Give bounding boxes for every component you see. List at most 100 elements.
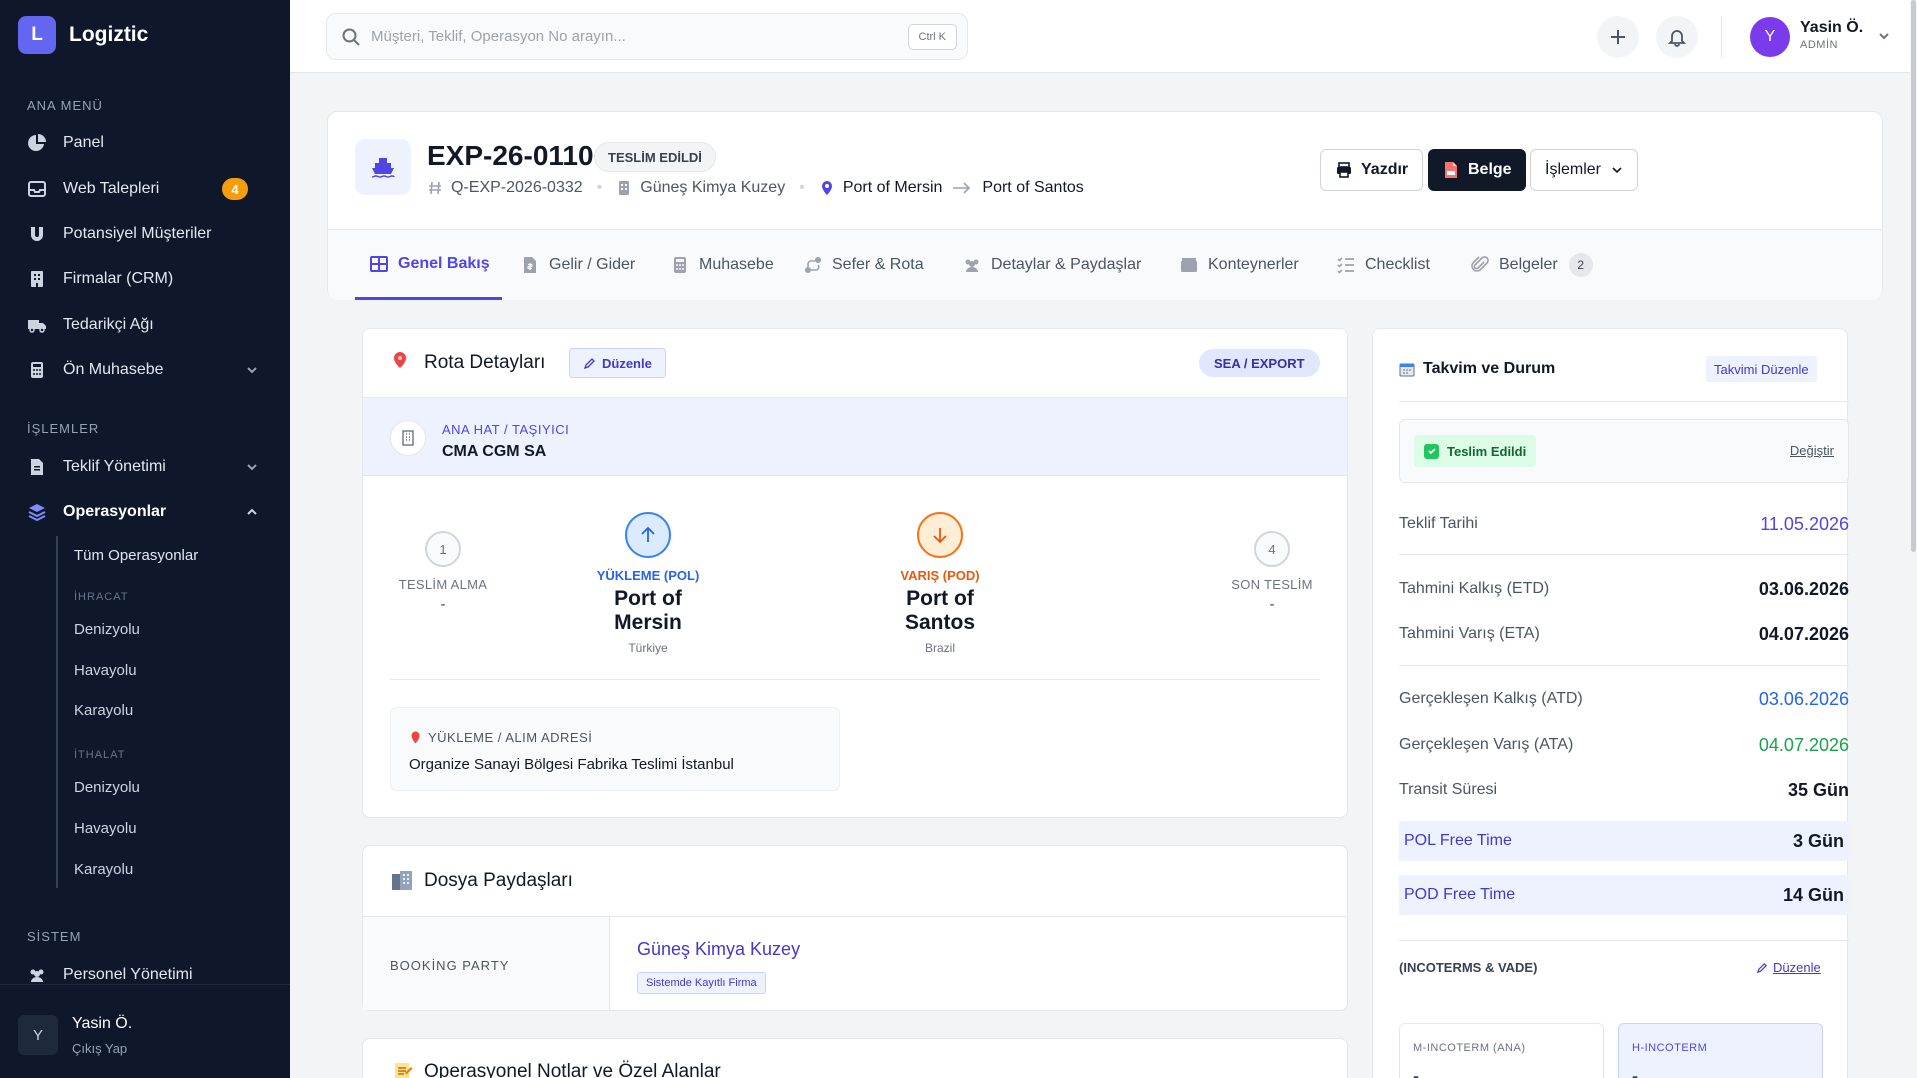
tab-accounting[interactable]: Muhasebe bbox=[670, 230, 774, 300]
tab-checklist[interactable]: Checklist bbox=[1336, 230, 1430, 300]
chevron-down-icon bbox=[247, 367, 257, 374]
edit-incoterms-link[interactable]: Düzenle bbox=[1756, 960, 1821, 975]
document-button[interactable]: Belge bbox=[1428, 149, 1526, 191]
pod-free-time-row: POD Free Time 14 Gün bbox=[1399, 875, 1849, 915]
sidebar-item-label: Panel bbox=[63, 134, 104, 151]
print-button[interactable]: Yazdır bbox=[1320, 149, 1424, 191]
free-time-value: 3 Gün bbox=[1792, 830, 1844, 851]
card-title: Rota Detayları bbox=[424, 352, 546, 373]
stop-label: TESLİM ALMA bbox=[398, 577, 488, 592]
divider bbox=[390, 679, 1320, 680]
sidebar-item-label: Teklif Yönetimi bbox=[63, 458, 166, 475]
pol-free-time-row: POL Free Time 3 Gün bbox=[1399, 821, 1849, 861]
arrow-up-icon bbox=[625, 512, 671, 558]
edit-route-button[interactable]: Düzenle bbox=[569, 348, 666, 378]
route-stop-pod: VARIŞ (POD) Port of Santos Brazil bbox=[880, 512, 1000, 655]
date-row-quote: Teklif Tarihi 11.05.2026 bbox=[1399, 504, 1849, 544]
memo-icon bbox=[395, 1063, 413, 1078]
section-title-main: ANA MENÜ bbox=[27, 98, 103, 113]
submenu-item-export-air[interactable]: Havayolu bbox=[74, 662, 137, 679]
building-icon bbox=[390, 420, 426, 456]
pencil-icon bbox=[583, 357, 595, 369]
submenu-item-all-operations[interactable]: Tüm Operasyonlar bbox=[74, 547, 198, 564]
scrollbar-thumb[interactable] bbox=[1911, 0, 1916, 552]
tab-count-badge: 2 bbox=[1568, 253, 1593, 277]
pie-chart-icon bbox=[28, 134, 46, 151]
tab-label: Detaylar & Paydaşlar bbox=[991, 256, 1142, 273]
tab-overview[interactable]: Genel Bakış bbox=[355, 230, 502, 300]
actions-dropdown[interactable]: İşlemler bbox=[1530, 149, 1639, 191]
tab-containers[interactable]: Konteynerler bbox=[1179, 230, 1299, 300]
paperclip-icon bbox=[1471, 256, 1489, 272]
sidebar-item-label: Web Talepleri bbox=[63, 180, 160, 197]
route-details-card: Rota Detayları Düzenle SEA / EXPORT ANA … bbox=[362, 328, 1348, 818]
submenu-item-export-sea[interactable]: Denizyolu bbox=[74, 621, 140, 638]
transit-label: Transit Süresi bbox=[1399, 781, 1498, 798]
sidebar-item-operations[interactable]: Operasyonlar bbox=[14, 492, 276, 532]
edit-calendar-button[interactable]: Takvimi Düzenle bbox=[1706, 356, 1817, 382]
brand[interactable]: L Logiztic bbox=[18, 16, 148, 54]
add-button[interactable] bbox=[1597, 16, 1639, 58]
change-status-link[interactable]: Değiştir bbox=[1790, 443, 1834, 458]
arrow-right-icon bbox=[953, 182, 971, 194]
sidebar-item-label: Ön Muhasebe bbox=[63, 361, 164, 378]
stakeholder-name-link[interactable]: Güneş Kimya Kuzey bbox=[637, 939, 800, 960]
avatar[interactable]: Y bbox=[18, 1015, 58, 1055]
divider bbox=[1399, 940, 1849, 941]
logout-link[interactable]: Çıkış Yap bbox=[72, 1041, 127, 1056]
sidebar-item-suppliers[interactable]: Tedarikçi Ağı bbox=[14, 305, 276, 345]
sidebar-item-accounting[interactable]: Ön Muhasebe bbox=[14, 350, 276, 390]
quote-number[interactable]: Q-EXP-2026-0332 bbox=[451, 179, 583, 197]
printer-icon bbox=[1337, 162, 1351, 178]
date-label: Tahmini Varış (ETA) bbox=[1399, 625, 1540, 642]
stakeholder-role-cell: BOOKİNG PARTY bbox=[363, 917, 610, 1010]
tab-label: Sefer & Rota bbox=[832, 256, 924, 273]
pod-name: Port of Santos bbox=[904, 587, 975, 634]
stop-label: SON TESLİM bbox=[1231, 577, 1313, 592]
submenu-item-export-road[interactable]: Karayolu bbox=[74, 702, 133, 719]
tab-documents[interactable]: Belgeler 2 bbox=[1470, 230, 1593, 300]
divider bbox=[1399, 554, 1849, 555]
submenu-item-import-road[interactable]: Karayolu bbox=[74, 861, 133, 878]
chevron-down-icon[interactable] bbox=[1876, 28, 1892, 44]
tab-label: Konteynerler bbox=[1208, 256, 1299, 273]
sidebar-item-leads[interactable]: Potansiyel Müşteriler bbox=[14, 214, 276, 254]
calendar-icon bbox=[1399, 363, 1415, 377]
sidebar-item-web-requests[interactable]: Web Talepleri 4 bbox=[14, 169, 276, 209]
stop-value: - bbox=[1269, 596, 1275, 613]
users-icon bbox=[965, 259, 979, 272]
submenu-item-import-air[interactable]: Havayolu bbox=[74, 820, 137, 837]
submenu-item-import-sea[interactable]: Denizyolu bbox=[74, 779, 140, 796]
layers-icon bbox=[28, 504, 46, 522]
notifications-button[interactable] bbox=[1656, 16, 1698, 58]
user-name[interactable]: Yasin Ö. bbox=[1800, 19, 1863, 37]
tab-details-stakeholders[interactable]: Detaylar & Paydaşlar bbox=[962, 230, 1141, 300]
avatar[interactable]: Y bbox=[1750, 17, 1790, 57]
submenu-group-export: İHRACAT bbox=[74, 591, 129, 603]
separator: • bbox=[596, 179, 603, 196]
date-row-eta: Tahmini Varış (ETA) 04.07.2026 bbox=[1399, 614, 1849, 654]
tab-income-expense[interactable]: Gelir / Gider bbox=[520, 230, 635, 300]
ship-icon bbox=[355, 139, 411, 195]
h-incoterm-box[interactable]: H-INCOTERM - bbox=[1618, 1023, 1823, 1078]
sidebar-item-crm[interactable]: Firmalar (CRM) bbox=[14, 259, 276, 299]
tab-voyage-route[interactable]: Sefer & Rota bbox=[803, 230, 924, 300]
company-name[interactable]: Güneş Kimya Kuzey bbox=[640, 179, 785, 197]
status-badge: TESLİM EDİLDİ bbox=[594, 142, 716, 172]
brand-name: Logiztic bbox=[69, 23, 149, 46]
sidebar-item-quotes[interactable]: Teklif Yönetimi bbox=[14, 447, 276, 487]
search-input[interactable] bbox=[371, 28, 891, 45]
pol-country: Türkiye bbox=[628, 641, 668, 655]
destination-port: Port of Santos bbox=[982, 179, 1084, 196]
stop-number: 1 bbox=[425, 531, 461, 567]
date-value: 04.07.2026 bbox=[1758, 623, 1849, 644]
chevron-up-icon bbox=[247, 508, 257, 515]
sidebar-item-label: Tedarikçi Ağı bbox=[63, 316, 154, 333]
free-time-label: POD Free Time bbox=[1404, 886, 1516, 903]
sidebar-item-panel[interactable]: Panel bbox=[14, 123, 276, 163]
pencil-icon bbox=[1756, 962, 1768, 973]
stakeholder-row: BOOKİNG PARTY Güneş Kimya Kuzey Sistemde… bbox=[363, 916, 1347, 1010]
m-incoterm-box[interactable]: M-INCOTERM (ANA) - bbox=[1399, 1023, 1604, 1078]
date-label: Gerçekleşen Kalkış (ATD) bbox=[1399, 690, 1583, 707]
search-box: Ctrl K bbox=[326, 13, 968, 60]
